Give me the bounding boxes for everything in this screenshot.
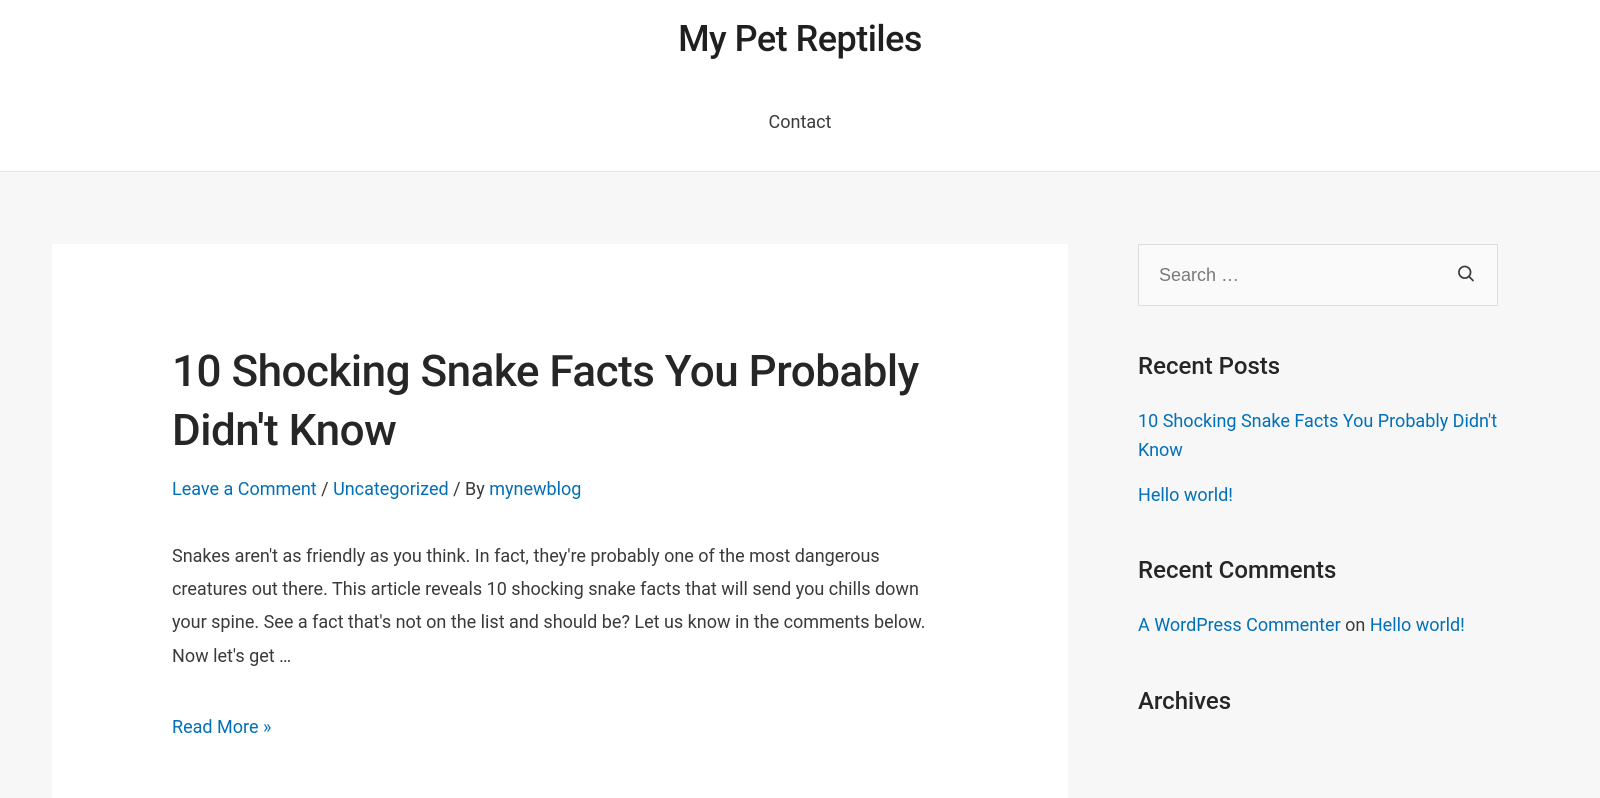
category-link[interactable]: Uncategorized <box>333 479 449 500</box>
read-more-link[interactable]: Read More » <box>172 717 271 738</box>
post-card: 10 Shocking Snake Facts You Probably Did… <box>52 244 1068 798</box>
archives-title: Archives <box>1138 687 1498 715</box>
search-button[interactable] <box>1450 258 1482 293</box>
author-link[interactable]: mynewblog <box>489 479 581 500</box>
search-icon <box>1456 264 1476 284</box>
page-body: 10 Shocking Snake Facts You Probably Did… <box>0 172 1600 798</box>
nav-item-contact[interactable]: Contact <box>769 112 832 133</box>
primary-nav: Contact <box>0 72 1600 171</box>
meta-by-separator: / By <box>449 479 490 500</box>
recent-comments-widget: Recent Comments A WordPress Commenter on… <box>1138 556 1498 641</box>
post-meta: Leave a Comment / Uncategorized / By myn… <box>172 479 948 500</box>
site-header: My Pet Reptiles Contact <box>0 0 1600 172</box>
list-item: A WordPress Commenter on Hello world! <box>1138 612 1498 641</box>
comment-author-link[interactable]: A WordPress Commenter <box>1138 615 1341 636</box>
post-title: 10 Shocking Snake Facts You Probably Did… <box>172 342 948 461</box>
comment-post-link[interactable]: Hello world! <box>1370 615 1465 636</box>
list-item: 10 Shocking Snake Facts You Probably Did… <box>1138 408 1498 466</box>
archives-widget: Archives <box>1138 687 1498 715</box>
post-excerpt: Snakes aren't as friendly as you think. … <box>172 540 948 673</box>
recent-post-link[interactable]: 10 Shocking Snake Facts You Probably Did… <box>1138 411 1497 461</box>
recent-post-link[interactable]: Hello world! <box>1138 485 1233 506</box>
recent-posts-title: Recent Posts <box>1138 352 1498 380</box>
recent-comments-title: Recent Comments <box>1138 556 1498 584</box>
search-widget <box>1138 244 1498 306</box>
site-title-link[interactable]: My Pet Reptiles <box>678 18 922 60</box>
site-title-wrap: My Pet Reptiles <box>0 0 1600 72</box>
comments-link[interactable]: Leave a Comment <box>172 479 317 500</box>
recent-posts-widget: Recent Posts 10 Shocking Snake Facts You… <box>1138 352 1498 510</box>
comment-on-text: on <box>1341 615 1370 636</box>
meta-separator: / <box>317 479 333 500</box>
sidebar: Recent Posts 10 Shocking Snake Facts You… <box>1138 244 1498 761</box>
search-input[interactable] <box>1138 244 1498 306</box>
list-item: Hello world! <box>1138 482 1498 511</box>
